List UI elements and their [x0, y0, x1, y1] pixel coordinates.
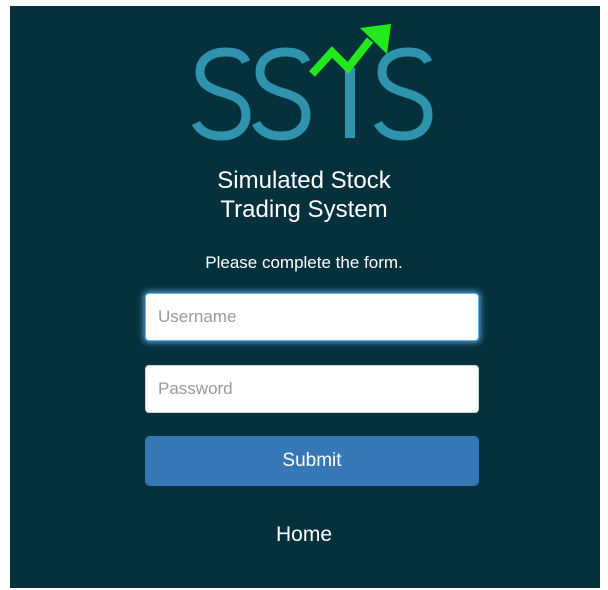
home-link[interactable]: Home: [0, 523, 608, 547]
username-input[interactable]: [145, 293, 479, 341]
submit-button[interactable]: Submit: [145, 436, 479, 486]
logo-mark: [191, 24, 433, 141]
ssts-logo: [188, 22, 438, 152]
page-title: Simulated Stock Trading System: [0, 166, 608, 224]
form-instruction: Please complete the form.: [205, 253, 403, 272]
title-line-1: Simulated Stock: [217, 167, 391, 194]
title-line-2: Trading System: [220, 196, 388, 223]
password-input[interactable]: [145, 365, 479, 413]
